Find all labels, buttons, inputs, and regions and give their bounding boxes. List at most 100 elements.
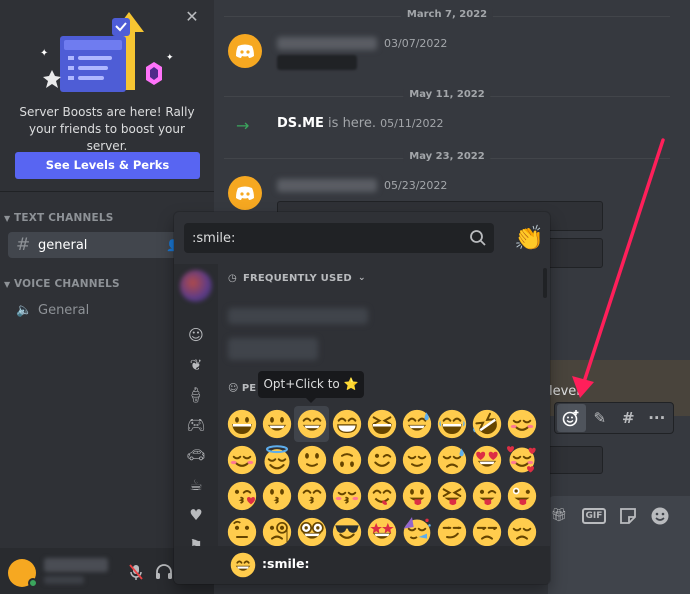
avatar[interactable] <box>228 176 262 210</box>
picker-scrollbar[interactable] <box>543 268 547 298</box>
emoji-nerd[interactable] <box>294 514 329 550</box>
create-thread-icon[interactable]: # <box>614 404 643 432</box>
emoji-sunglasses[interactable] <box>329 514 364 550</box>
emoji-unamused[interactable] <box>469 514 504 550</box>
stuck-out-tongue-closed-eyes-emoji-icon <box>437 481 466 511</box>
server-emoji-category-icon[interactable] <box>180 270 212 302</box>
discord-logo-icon <box>236 186 254 200</box>
skin-tone-selector-icon[interactable]: 👏 <box>514 223 544 253</box>
kissing-closed-eyes-emoji-icon <box>332 481 361 511</box>
emoji-joy[interactable] <box>434 406 469 442</box>
more-options-icon[interactable]: ··· <box>643 404 672 432</box>
emoji-kissing-closed-eyes[interactable] <box>329 478 364 514</box>
add-reaction-icon[interactable] <box>557 404 586 432</box>
search-icon[interactable] <box>468 228 488 248</box>
emoji-blush[interactable] <box>224 442 259 478</box>
symbols-category-icon[interactable]: ♥ <box>174 503 218 527</box>
message-content-redacted <box>277 55 357 70</box>
frequent-emoji-redacted <box>228 308 368 324</box>
discord-logo-icon <box>236 44 254 58</box>
chevron-down-icon: ⌄ <box>357 273 366 283</box>
people-section-header: ☺ PE <box>228 383 256 394</box>
chevron-down-icon: ▼ <box>4 280 11 289</box>
voice-channels-category[interactable]: ▼ VOICE CHANNELS <box>4 278 120 290</box>
emoji-rofl[interactable] <box>469 406 504 442</box>
smile-emoji-preview-icon <box>230 552 256 578</box>
emoji-stuck-out-tongue[interactable] <box>399 478 434 514</box>
emoji-partying[interactable] <box>399 514 434 550</box>
emoji-wink[interactable] <box>364 442 399 478</box>
date-divider: May 11, 2022 <box>224 89 670 100</box>
slight-smile-emoji-icon <box>297 445 326 475</box>
headphones-icon[interactable] <box>154 562 174 582</box>
emoji-monocle[interactable] <box>259 514 294 550</box>
emoji-slight-smile[interactable] <box>294 442 329 478</box>
voice-channel-general[interactable]: 🔈 General <box>8 297 184 323</box>
join-message: DS.ME is here. 05/11/2022 <box>277 116 444 131</box>
emoji-star-struck[interactable] <box>364 514 399 550</box>
mute-microphone-icon[interactable] <box>126 562 146 582</box>
smile-emoji-icon <box>297 409 326 439</box>
emoji-kissing[interactable] <box>259 478 294 514</box>
food-category-icon[interactable]: 🍦︎ <box>174 383 218 407</box>
emoji-relieved[interactable] <box>399 442 434 478</box>
sticker-icon[interactable] <box>617 505 639 527</box>
nature-category-icon[interactable]: ❦ <box>174 353 218 377</box>
channel-general[interactable]: # general 👤 <box>8 232 184 258</box>
nerd-emoji-icon <box>297 517 326 547</box>
date-divider: May 23, 2022 <box>224 151 670 162</box>
gif-icon[interactable]: GIF <box>582 508 606 524</box>
zany-emoji-icon <box>507 481 536 511</box>
emoji-sweat-smile[interactable] <box>399 406 434 442</box>
emoji-search-field[interactable] <box>184 223 494 253</box>
frequent-emoji-redacted <box>228 338 318 360</box>
emoji-smiley[interactable] <box>259 406 294 442</box>
emoji-grin[interactable] <box>329 406 364 442</box>
disappointed-emoji-icon <box>507 517 536 547</box>
emoji-stuck-out-tongue-closed-eyes[interactable] <box>434 478 469 514</box>
emoji-stuck-out-tongue-winking-eye[interactable] <box>469 478 504 514</box>
emoji-kissing-smiling[interactable] <box>294 478 329 514</box>
avatar[interactable] <box>228 34 262 68</box>
emoji-smiling-hearts[interactable] <box>504 442 539 478</box>
message-timestamp: 05/23/2022 <box>384 179 448 192</box>
emoji-kissing-heart[interactable] <box>224 478 259 514</box>
close-icon[interactable]: ✕ <box>183 8 201 26</box>
hashtag-icon: # <box>16 235 31 255</box>
emoji-disappointed[interactable] <box>504 514 539 550</box>
emoji-yum[interactable] <box>364 478 399 514</box>
gift-icon[interactable]: 🎁︎ <box>548 505 570 527</box>
blush-emoji-icon <box>227 445 256 475</box>
emoji-upside-down[interactable] <box>329 442 364 478</box>
boost-description: Server Boosts are here! Rally your frien… <box>19 105 195 153</box>
emoji-heart-eyes[interactable] <box>469 442 504 478</box>
channel-label: General <box>38 302 90 318</box>
date-divider: March 7, 2022 <box>224 9 670 20</box>
emoji-grid <box>224 406 544 550</box>
emoji-zany[interactable] <box>504 478 539 514</box>
activities-category-icon[interactable]: 🎮︎ <box>174 413 218 437</box>
edit-pencil-icon[interactable]: ✎ <box>586 404 615 432</box>
emoji-sweat[interactable] <box>434 442 469 478</box>
emoji-grinning[interactable] <box>224 406 259 442</box>
emoji-smirk[interactable] <box>434 514 469 550</box>
frequently-used-header[interactable]: ◷ FREQUENTLY USED ⌄ <box>228 270 366 286</box>
emoji-innocent[interactable] <box>259 442 294 478</box>
people-category-icon[interactable]: ☺ <box>174 323 218 347</box>
member-name[interactable]: DS.ME <box>277 116 324 131</box>
emoji-laughing[interactable] <box>364 406 399 442</box>
text-channels-category[interactable]: ▼ TEXT CHANNELS <box>4 212 113 224</box>
objects-category-icon[interactable]: ☕︎ <box>174 473 218 497</box>
grinning-emoji-icon <box>227 409 256 439</box>
emoji-relaxed[interactable] <box>504 406 539 442</box>
category-label: VOICE CHANNELS <box>14 278 120 290</box>
emoji-search-input[interactable] <box>184 223 464 253</box>
raised-eyebrow-emoji-icon <box>227 517 256 547</box>
see-levels-perks-button[interactable]: See Levels & Perks <box>15 152 200 179</box>
emoji-picker-button-icon[interactable] <box>648 505 672 527</box>
chevron-down-icon: ▼ <box>4 214 11 223</box>
travel-category-icon[interactable]: 🚗︎ <box>174 443 218 467</box>
join-suffix: is here. <box>323 116 376 131</box>
emoji-raised-eyebrow[interactable] <box>224 514 259 550</box>
emoji-smile[interactable] <box>294 406 329 442</box>
